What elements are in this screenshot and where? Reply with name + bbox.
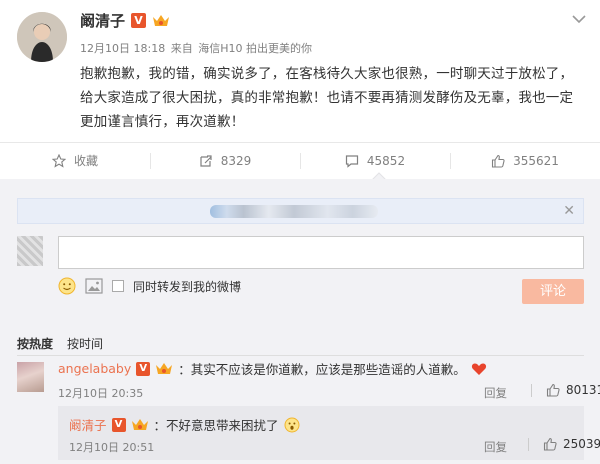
post-content: 抱歉抱歉，我的错，确实说多了，在客栈待久大家也很熟，一时聊天过于放松了，给大家造… [80, 66, 574, 130]
comment-body: angelababy V ：其实不应该是你道歉，应该是那些造谣的人道歉。 [58, 359, 487, 378]
favorite-button[interactable]: 收藏 [0, 143, 150, 178]
comment-like-button[interactable]: 80131 [531, 383, 600, 397]
like-count: 355621 [513, 153, 559, 168]
commenter-name[interactable]: angelababy [58, 361, 131, 376]
emoji-icon[interactable] [58, 277, 76, 295]
divider [528, 437, 529, 451]
comment-notice-bar: ✕ [17, 198, 584, 224]
reply-button[interactable]: 回复 [484, 385, 507, 401]
commenter-avatar[interactable] [17, 362, 44, 392]
verified-badge-icon: V [131, 13, 147, 28]
like-button[interactable]: 355621 [450, 143, 600, 178]
image-icon[interactable] [85, 278, 103, 294]
author-avatar[interactable] [17, 12, 67, 62]
tab-sort-by-time[interactable]: 按时间 [67, 335, 103, 352]
nested-reply: 阚清子 V ：不好意思带来困扰了 12月10日 20:51 回复 25039 [58, 406, 600, 460]
reply-text: ：不好意思带来困扰了 [153, 418, 279, 433]
sort-divider [17, 355, 584, 356]
current-user-avatar [17, 236, 43, 266]
comment-input[interactable] [58, 236, 584, 269]
comment-like-count: 80131 [566, 383, 600, 397]
forward-label[interactable]: 同时转发到我的微博 [133, 278, 241, 295]
heart-icon [471, 363, 486, 375]
submit-comment-button[interactable]: 评论 [522, 279, 584, 304]
repost-icon [200, 154, 212, 167]
post-source[interactable]: 海信H10 拍出更美的你 [198, 42, 312, 55]
divider [531, 383, 532, 397]
thumbs-up-icon [543, 437, 557, 451]
reply-like-count: 25039 [563, 437, 600, 451]
repost-button[interactable]: 8329 [150, 143, 300, 178]
reply-author-name[interactable]: 阚清子 [69, 415, 107, 434]
vip-crown-icon [153, 15, 170, 26]
author-name[interactable]: 阚清子 [80, 10, 125, 31]
verified-badge-icon: V [136, 361, 151, 376]
comment-sort-tabs: 按热度 按时间 [17, 335, 103, 352]
post-actions-bar: 收藏 8329 45852 355621 [0, 142, 600, 178]
vip-crown-icon [131, 419, 148, 430]
blurred-notice-text [210, 205, 378, 218]
tab-sort-by-heat[interactable]: 按热度 [17, 335, 53, 352]
close-icon[interactable]: ✕ [563, 203, 575, 219]
surprised-emoji-icon [284, 417, 300, 432]
reply-body: 阚清子 V ：不好意思带来困扰了 [69, 415, 300, 434]
comment-count: 45852 [366, 153, 406, 168]
star-icon [51, 153, 66, 168]
composer-toolbar: 同时转发到我的微博 [58, 277, 241, 295]
forward-checkbox[interactable] [112, 280, 124, 292]
source-prefix: 来自 [170, 42, 193, 55]
comment-section: ✕ 同时转发到我的微博 评论 按热度 按时间 angelababy V ：其实不… [0, 179, 600, 464]
reply-time: 12月10日 20:51 [69, 441, 155, 454]
vip-crown-icon [156, 363, 173, 374]
favorite-label: 收藏 [73, 154, 98, 168]
repost-count: 8329 [220, 153, 252, 168]
reply-like-button[interactable]: 25039 [528, 437, 600, 451]
weibo-post: 阚清子 V 12月10日 18:18 来自 海信H10 拍出更美的你 抱歉抱歉，… [0, 0, 600, 147]
reply-button[interactable]: 回复 [484, 439, 507, 455]
comment-icon [345, 154, 359, 168]
comment-text: ：其实不应该是你道歉，应该是那些造谣的人道歉。 [178, 362, 466, 377]
chevron-down-icon[interactable] [572, 14, 586, 24]
thumbs-up-icon [546, 383, 560, 397]
comment-time: 12月10日 20:35 [58, 387, 144, 400]
post-meta: 12月10日 18:18 来自 海信H10 拍出更美的你 [80, 40, 314, 56]
verified-badge-icon: V [111, 417, 126, 432]
post-time[interactable]: 12月10日 18:18 [80, 42, 165, 55]
thumbs-up-icon [492, 154, 505, 168]
